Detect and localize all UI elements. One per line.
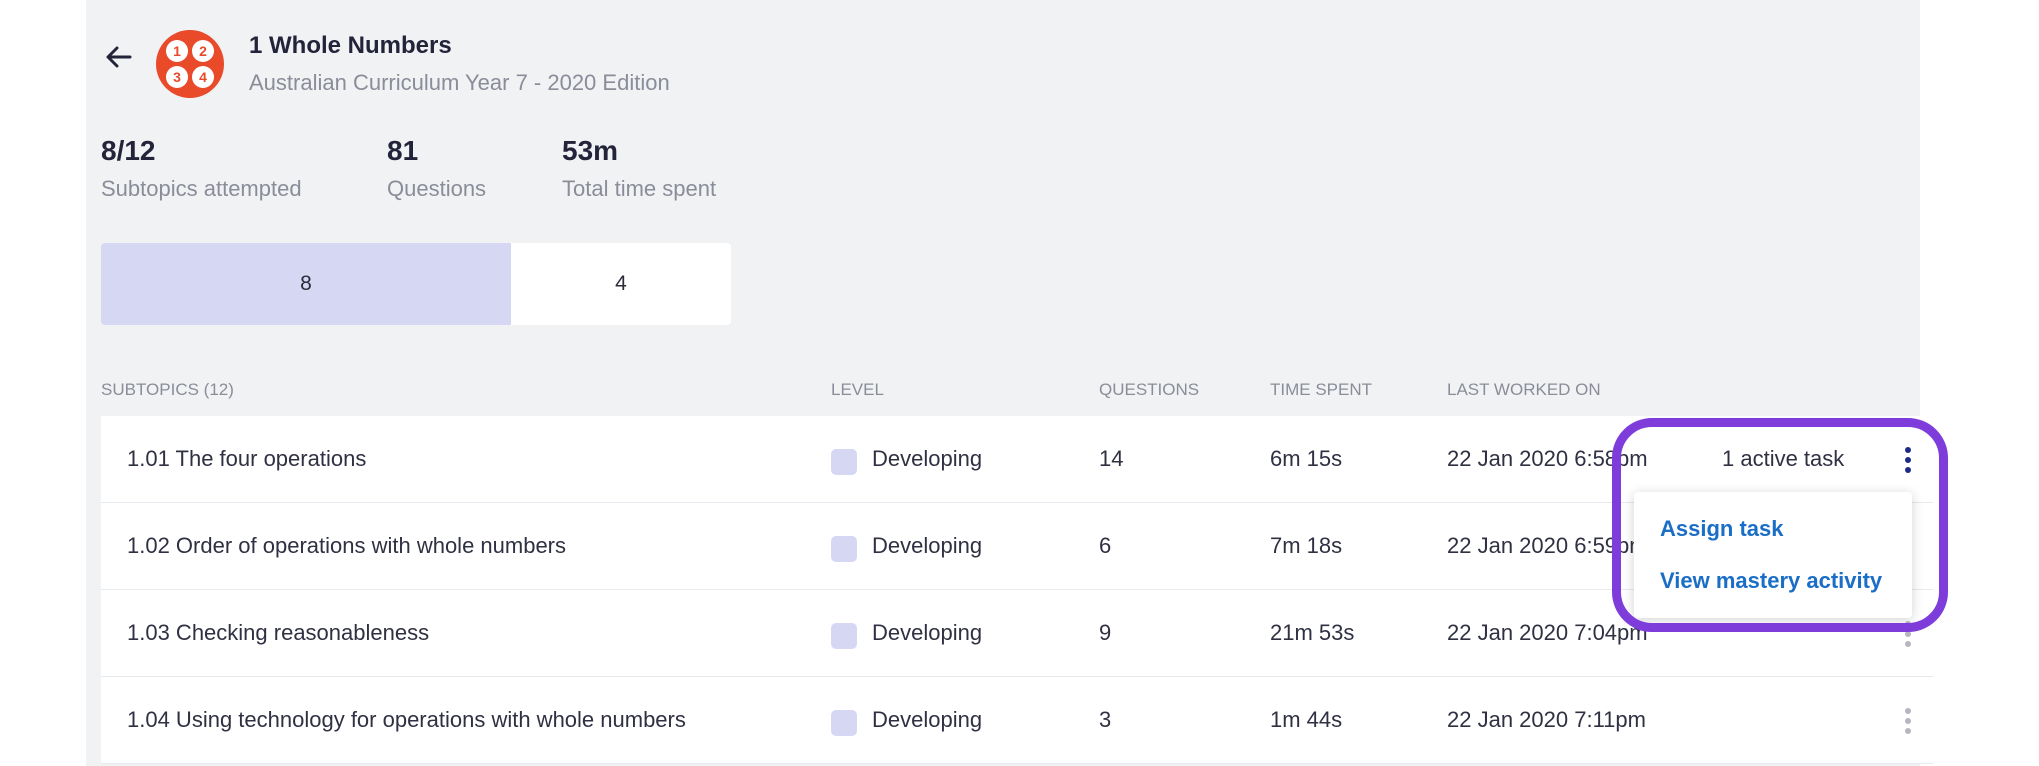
last-worked-on: 22 Jan 2020 7:11pm [1447,707,1646,732]
progress-remaining: 4 [511,243,731,325]
stat-time-value: 53m [562,135,619,166]
header-questions: QUESTIONS [1099,380,1200,399]
subtopic-name[interactable]: 1.04 Using technology for operations wit… [127,677,686,763]
logo-digit: 1 [166,40,188,62]
questions-count: 9 [1099,620,1112,645]
subtopic-name[interactable]: 1.01 The four operations [127,416,366,502]
header-last-worked-on: LAST WORKED ON [1447,380,1601,399]
subtopic-name[interactable]: 1.02 Order of operations with whole numb… [127,503,566,589]
header-subtopics: SUBTOPICS (12) [101,380,234,399]
logo-digit: 2 [192,40,214,62]
time-spent: 21m 53s [1270,620,1355,645]
time-spent: 6m 15s [1270,446,1343,471]
time-spent: 1m 44s [1270,707,1343,732]
subtopics-progress-bar: 8 4 [101,243,731,325]
stat-subtopics-label: Subtopics attempted [101,176,302,201]
subtopic-name[interactable]: 1.03 Checking reasonableness [127,590,429,676]
questions-count: 3 [1099,707,1112,732]
level-indicator [831,536,857,562]
questions-count: 6 [1099,533,1112,558]
header-time-spent: TIME SPENT [1270,380,1373,399]
level-label: Developing [872,707,983,732]
level-indicator [831,623,857,649]
header-level: LEVEL [831,380,884,399]
stat-time-label: Total time spent [562,176,717,201]
level-indicator [831,449,857,475]
stat-questions-label: Questions [387,176,487,201]
level-label: Developing [872,533,983,558]
level-indicator [831,710,857,736]
main-panel: 1 2 3 4 1 Whole Numbers Australian Curri… [86,0,1933,766]
logo-digit: 3 [166,66,188,88]
topic-logo-icon: 1 2 3 4 [156,30,224,98]
more-options-icon[interactable] [1903,705,1913,737]
stat-subtopics-value: 8/12 [101,135,156,166]
level-label: Developing [872,620,983,645]
table-row[interactable]: 1.04 Using technology for operations wit… [101,677,1933,764]
progress-attempted: 8 [101,243,511,325]
questions-count: 14 [1099,446,1124,471]
stat-questions-value: 81 [387,135,419,166]
back-arrow-icon[interactable] [104,42,134,72]
time-spent: 7m 18s [1270,533,1343,558]
highlight-annotation [1612,418,1948,632]
page-title: 1 Whole Numbers [249,32,452,59]
level-label: Developing [872,446,983,471]
logo-digit: 4 [192,66,214,88]
page-subtitle: Australian Curriculum Year 7 - 2020 Edit… [249,70,670,95]
